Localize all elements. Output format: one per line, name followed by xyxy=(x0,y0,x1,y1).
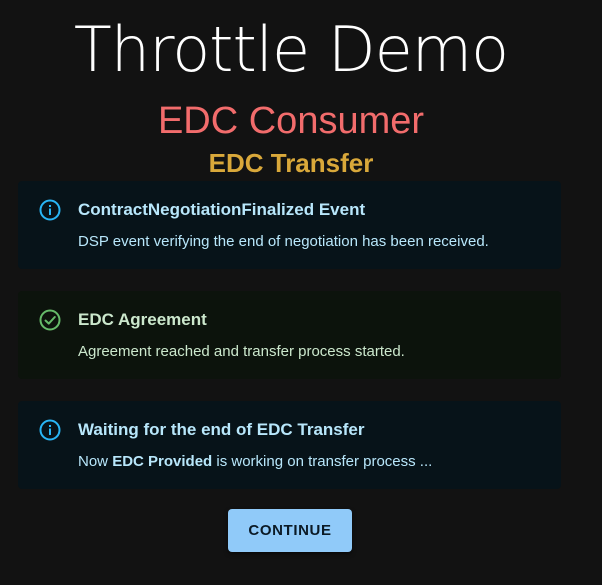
page-subtitle: EDC Consumer xyxy=(157,100,425,142)
alert-message: Now EDC Provided is working on transfer … xyxy=(78,452,432,472)
alert-message-suffix: is working on transfer process ... xyxy=(212,453,433,470)
section-heading: EDC Transfer xyxy=(208,148,374,178)
continue-button[interactable]: CONTINUE xyxy=(228,509,352,552)
alert-message: DSP event verifying the end of negotiati… xyxy=(78,233,489,250)
check-circle-icon xyxy=(38,308,62,332)
alert-edc-agreement: EDC Agreement Agreement reached and tran… xyxy=(18,291,561,379)
alert-title: Waiting for the end of EDC Transfer xyxy=(78,420,365,439)
alert-message-emphasis: EDC Provided xyxy=(112,453,213,470)
alert-message: Agreement reached and transfer process s… xyxy=(78,343,405,360)
page-title: Throttle Demo xyxy=(73,13,509,86)
info-icon xyxy=(38,418,62,442)
alert-waiting-transfer: Waiting for the end of EDC Transfer Now … xyxy=(18,401,561,489)
info-icon xyxy=(38,198,62,222)
alert-message-prefix: Now xyxy=(78,453,113,470)
alert-title: ContractNegotiationFinalized Event xyxy=(78,200,366,219)
alert-negotiation-finalized: ContractNegotiationFinalized Event DSP e… xyxy=(18,181,561,269)
alert-title: EDC Agreement xyxy=(78,310,207,329)
